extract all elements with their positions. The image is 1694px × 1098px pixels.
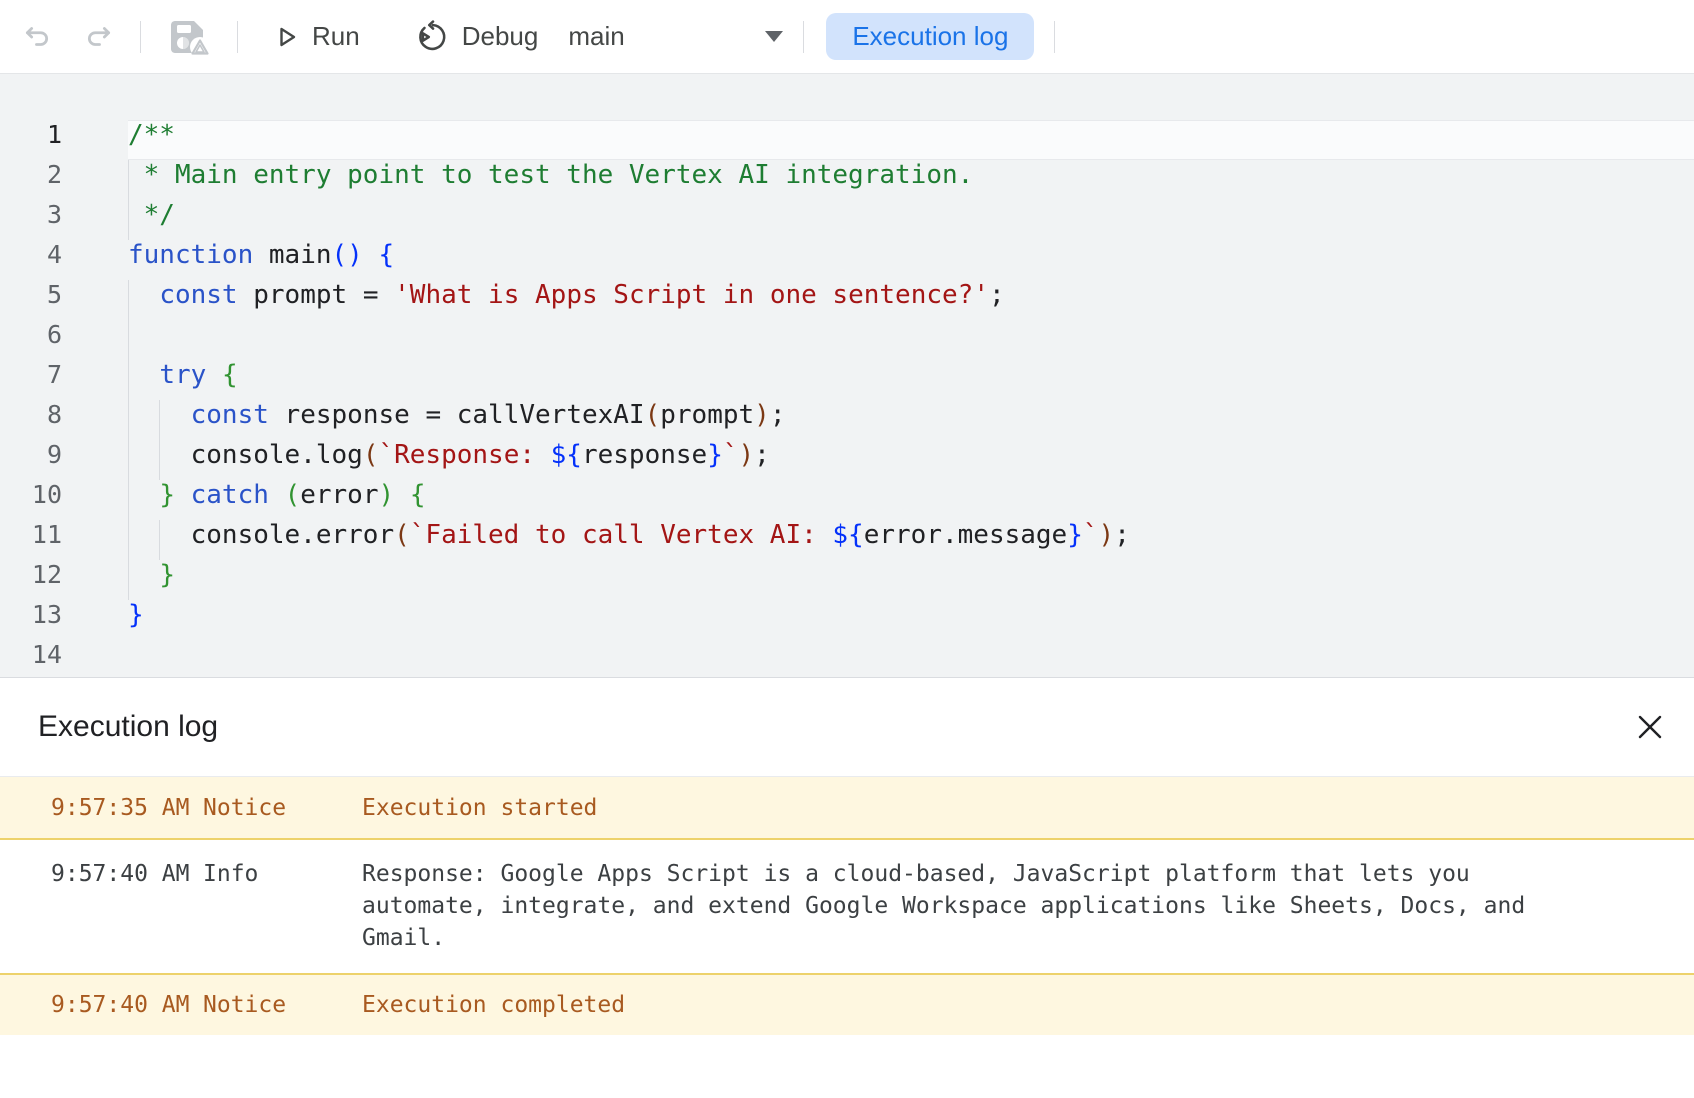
function-selector-value: main	[568, 21, 624, 52]
code-line[interactable]: 8 const response = callVertexAI(prompt);	[0, 400, 1694, 440]
code-line-text	[128, 640, 1694, 680]
code-line[interactable]: 7 try {	[0, 360, 1694, 400]
undo-button[interactable]	[16, 16, 58, 58]
code-line-text: }	[128, 560, 1694, 600]
indent-guide	[159, 520, 160, 560]
indent-guide	[128, 360, 129, 400]
log-level: Notice	[203, 792, 362, 824]
indent-guide	[128, 160, 129, 200]
code-line[interactable]: 5 const prompt = 'What is Apps Script in…	[0, 280, 1694, 320]
function-selector-dropdown[interactable]: main	[568, 21, 783, 52]
code-line-text: * Main entry point to test the Vertex AI…	[128, 160, 1694, 200]
log-level: Info	[203, 858, 362, 890]
undo-arrow-icon	[22, 22, 52, 52]
line-number[interactable]: 7	[0, 360, 112, 400]
code-line-text: console.error(`Failed to call Vertex AI:…	[128, 520, 1694, 560]
save-floppy-warning-icon	[167, 17, 211, 57]
line-number[interactable]: 5	[0, 280, 112, 320]
line-number[interactable]: 13	[0, 600, 112, 640]
indent-guide	[128, 520, 129, 560]
code-editor[interactable]: 1/**2 * Main entry point to test the Ver…	[0, 74, 1694, 678]
execution-log-panel: Execution log 9:57:35 AMNoticeExecution …	[0, 678, 1694, 1035]
code-line[interactable]: 9 console.log(`Response: ${response}`);	[0, 440, 1694, 480]
log-time: 9:57:40 AM	[0, 858, 203, 890]
indent-guide	[128, 560, 129, 600]
code-line[interactable]: 1 /**	[0, 120, 1694, 160]
debug-button[interactable]: Debug	[402, 12, 553, 62]
code-line[interactable]: 2 * Main entry point to test the Vertex …	[0, 160, 1694, 200]
code-line[interactable]: 10 } catch (error) {	[0, 480, 1694, 520]
code-line-text: }	[128, 600, 1694, 640]
indent-guide	[128, 440, 129, 480]
close-button[interactable]	[1628, 705, 1672, 749]
log-msg: Execution started	[362, 792, 597, 824]
execution-log-title: Execution log	[38, 710, 218, 744]
code-line[interactable]: 12 }	[0, 560, 1694, 600]
execution-log-rows: 9:57:35 AMNoticeExecution started9:57:40…	[0, 776, 1694, 1035]
save-button[interactable]	[161, 11, 217, 63]
indent-guide	[128, 400, 129, 440]
code-line-text: console.log(`Response: ${response}`);	[128, 440, 1694, 480]
debug-button-label: Debug	[462, 21, 539, 52]
redo-arrow-icon	[84, 22, 114, 52]
log-time: 9:57:40 AM	[0, 989, 203, 1021]
indent-guide	[128, 200, 129, 240]
redo-button[interactable]	[78, 16, 120, 58]
indent-guide	[159, 440, 160, 480]
log-row: 9:57:40 AMInfoResponse: Google Apps Scri…	[0, 840, 1694, 973]
code-line-text: /**	[128, 120, 1694, 160]
code-line[interactable]: 6	[0, 320, 1694, 360]
line-number[interactable]: 10	[0, 480, 112, 520]
line-number[interactable]: 6	[0, 320, 112, 360]
code-line-text: try {	[128, 360, 1694, 400]
chevron-down-caret-icon	[765, 31, 783, 42]
execution-log-button[interactable]: Execution log	[826, 13, 1034, 60]
code-line-text: const response = callVertexAI(prompt);	[128, 400, 1694, 440]
code-line[interactable]: 13}	[0, 600, 1694, 640]
log-msg: Execution completed	[362, 989, 625, 1021]
play-outline-icon	[272, 23, 300, 51]
log-msg: Response: Google Apps Script is a cloud-…	[362, 858, 1553, 954]
run-button[interactable]: Run	[258, 13, 374, 60]
line-number[interactable]: 9	[0, 440, 112, 480]
code-line[interactable]: 14	[0, 640, 1694, 680]
toolbar-divider	[237, 21, 238, 53]
run-button-label: Run	[312, 21, 360, 52]
line-number[interactable]: 11	[0, 520, 112, 560]
line-number[interactable]: 1	[0, 120, 112, 160]
code-line-text: const prompt = 'What is Apps Script in o…	[128, 280, 1694, 320]
debug-restart-play-icon	[416, 20, 450, 54]
code-line-text	[128, 320, 1694, 360]
indent-guide	[128, 320, 129, 360]
log-level: Notice	[203, 989, 362, 1021]
toolbar-divider	[140, 21, 141, 53]
line-number[interactable]: 12	[0, 560, 112, 600]
code-line-text: */	[128, 200, 1694, 240]
log-row: 9:57:35 AMNoticeExecution started	[0, 776, 1694, 840]
line-number[interactable]: 14	[0, 640, 112, 680]
indent-guide	[159, 400, 160, 440]
close-x-icon	[1636, 713, 1664, 741]
code-line-text: function main() {	[128, 240, 1694, 280]
code-lines: 1/**2 * Main entry point to test the Ver…	[0, 120, 1694, 680]
line-number[interactable]: 2	[0, 160, 112, 200]
line-number[interactable]: 3	[0, 200, 112, 240]
log-row: 9:57:40 AMNoticeExecution completed	[0, 973, 1694, 1035]
toolbar: Run Debug main Execution log	[0, 0, 1694, 74]
code-line[interactable]: 4 function main() {	[0, 240, 1694, 280]
execution-log-header: Execution log	[0, 678, 1694, 776]
line-number[interactable]: 4	[0, 240, 112, 280]
code-line-text: } catch (error) {	[128, 480, 1694, 520]
code-line[interactable]: 3 */	[0, 200, 1694, 240]
indent-guide	[128, 280, 129, 320]
log-time: 9:57:35 AM	[0, 792, 203, 824]
code-line[interactable]: 11 console.error(`Failed to call Vertex …	[0, 520, 1694, 560]
toolbar-divider	[1054, 21, 1055, 53]
toolbar-divider	[803, 21, 804, 53]
indent-guide	[128, 480, 129, 520]
line-number[interactable]: 8	[0, 400, 112, 440]
